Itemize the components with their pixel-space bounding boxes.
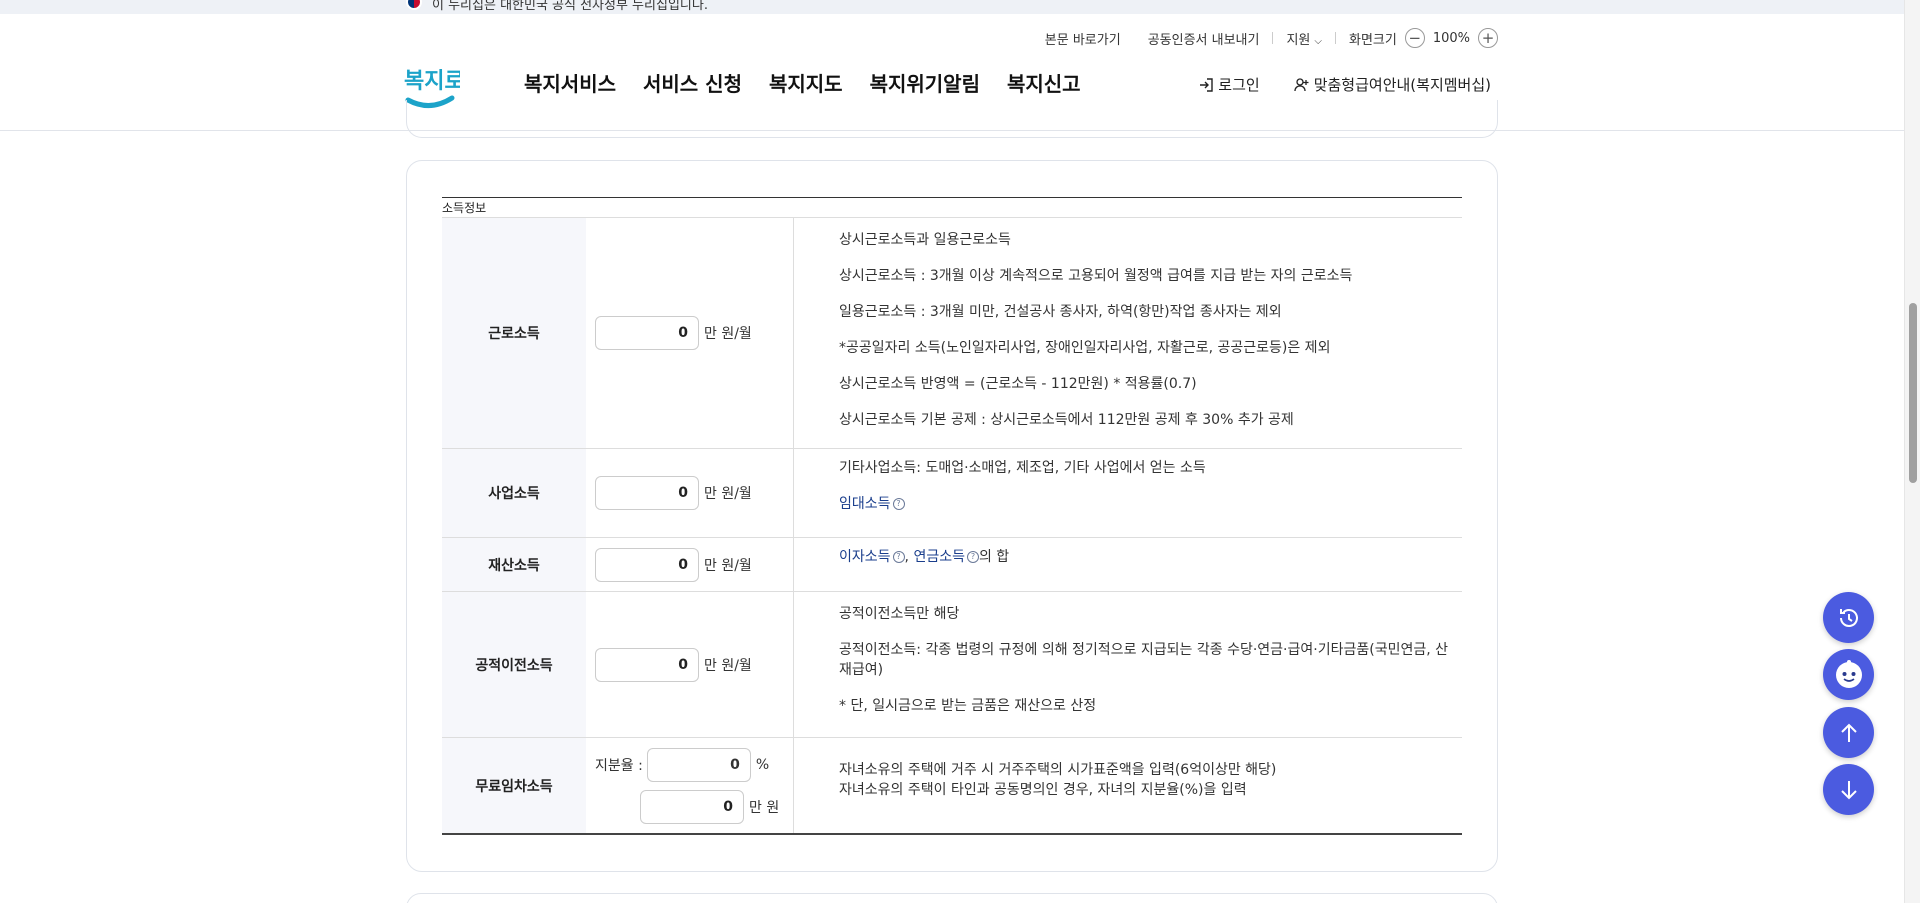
table-row: 재산소득 0 만 원/월 이자소득?, 연금소득? 의 합: [442, 538, 1462, 592]
pension-income-link[interactable]: 연금소득: [913, 549, 965, 565]
table-caption: 소득정보: [442, 197, 1462, 218]
gov-banner-text: 이 누리집은 대한민국 공식 전자정부 누리집입니다.: [432, 0, 708, 13]
cert-export-link[interactable]: 공동인증서 내보내기: [1148, 29, 1260, 48]
korea-flag-icon: [406, 0, 422, 10]
percent-unit: %: [755, 756, 770, 773]
previous-section-card: [406, 100, 1498, 138]
page-scrollbar[interactable]: [1904, 0, 1920, 903]
zoom-in-button[interactable]: +: [1478, 28, 1498, 48]
free-rent-income-input[interactable]: 0: [640, 789, 744, 824]
help-icon[interactable]: ?: [892, 498, 905, 510]
input-cell: 0 만 원/월: [586, 592, 794, 737]
table-row: 사업소득 0 만 원/월 기타사업소득: 도매업·소매업, 제조업, 기타 사업…: [442, 449, 1462, 538]
arrow-up-icon: [1840, 723, 1857, 742]
history-icon: [1839, 608, 1858, 627]
user-add-icon: [1294, 77, 1309, 91]
row-description: 자녀소유의 주택에 거주 시 거주주택의 시가표준액을 입력(6억이상만 해당)…: [839, 762, 1277, 798]
zoom-value: 100%: [1432, 30, 1470, 46]
chatbot-icon: [1835, 659, 1862, 688]
share-label: 지분율 :: [595, 757, 643, 774]
recent-history-button[interactable]: [1823, 592, 1874, 643]
unit-label: 만 원/월: [704, 326, 752, 342]
row-description: 상시근로소득과 일용근로소득 상시근로소득 : 3개월 이상 계속적으로 고용되…: [839, 232, 1353, 428]
page: 이 누리집은 대한민국 공식 전자정부 누리집입니다. 본문 바로가기 공동인증…: [0, 0, 1920, 903]
row-description: 공적이전소득만 해당 공적이전소득: 각종 법령의 규정에 의해 정기적으로 지…: [839, 606, 1448, 714]
login-icon: [1200, 77, 1213, 92]
nav-welfare-services[interactable]: 복지서비스: [524, 68, 616, 97]
nav-welfare-map[interactable]: 복지지도: [769, 68, 843, 97]
membership-button[interactable]: 맞춤형급여안내(복지멤버십): [1294, 74, 1491, 95]
nav-welfare-report[interactable]: 복지신고: [1007, 68, 1081, 97]
scrollbar-thumb[interactable]: [1909, 303, 1917, 483]
gov-banner: 이 누리집은 대한민국 공식 전자정부 누리집입니다.: [0, 0, 1904, 14]
nav-service-apply[interactable]: 서비스 신청: [643, 68, 742, 97]
rental-income-link[interactable]: 임대소득: [839, 496, 891, 512]
zoom-label: 화면크기: [1348, 32, 1397, 48]
input-cell: 0 만 원/월: [586, 218, 794, 448]
table-row: 공적이전소득 0 만 원/월 공적이전소득만 해당 공적이전소득: 각종 법령의…: [442, 592, 1462, 738]
chatbot-button[interactable]: [1823, 649, 1874, 700]
scroll-bottom-button[interactable]: [1823, 764, 1874, 815]
unit-label: 만 원: [749, 799, 780, 816]
main-nav: 복지서비스 서비스 신청 복지지도 복지위기알림 복지신고: [524, 68, 1081, 97]
chevron-down-icon: ⌵: [1314, 35, 1322, 47]
unit-label: 만 원/월: [704, 486, 752, 502]
input-cell: 0 만 원/월: [586, 538, 794, 591]
interest-income-link[interactable]: 이자소득: [839, 549, 891, 565]
table-row: 무료임차소득 지분율 : 0 % 0 만 원 자녀소유의 주택에 거주 시 거주…: [442, 738, 1462, 835]
logo-text: 복지로: [404, 69, 460, 94]
scroll-top-button[interactable]: [1823, 707, 1874, 758]
header-actions: 로그인 맞춤형급여안내(복지멤버십): [1198, 74, 1491, 95]
zoom-out-button[interactable]: −: [1404, 28, 1425, 48]
login-button[interactable]: 로그인: [1198, 74, 1260, 95]
next-section-card: [406, 893, 1498, 903]
support-dropdown[interactable]: 지원 ⌵: [1286, 29, 1322, 48]
help-icon[interactable]: ?: [892, 551, 905, 563]
property-income-input[interactable]: 0: [595, 547, 699, 582]
income-table: 소득정보 근로소득 0 만 원/월 상시근로소득과 일용근로소득 상시근로소득 …: [442, 197, 1462, 835]
row-label: 재산소득: [442, 538, 586, 591]
input-cell: 지분율 : 0 % 0 만 원: [586, 738, 794, 833]
table-row: 근로소득 0 만 원/월 상시근로소득과 일용근로소득 상시근로소득 : 3개월…: [442, 218, 1462, 449]
share-ratio-input[interactable]: 0: [646, 747, 751, 782]
unit-label: 만 원/월: [704, 557, 752, 574]
business-income-input[interactable]: 0: [595, 476, 699, 510]
nav-welfare-crisis[interactable]: 복지위기알림: [870, 68, 980, 97]
help-icon[interactable]: ?: [966, 551, 979, 563]
utility-bar: 본문 바로가기 공동인증서 내보내기 지원 ⌵ 화면크기 − 100% +: [1045, 28, 1498, 48]
earned-income-input[interactable]: 0: [595, 316, 699, 350]
skip-to-content-link[interactable]: 본문 바로가기: [1045, 29, 1121, 48]
unit-label: 만 원/월: [704, 657, 752, 674]
row-label: 근로소득: [442, 218, 586, 448]
input-cell: 0 만 원/월: [586, 449, 794, 537]
income-info-card: 소득정보 근로소득 0 만 원/월 상시근로소득과 일용근로소득 상시근로소득 …: [406, 160, 1498, 872]
row-label: 공적이전소득: [442, 592, 586, 737]
row-description: 이자소득?, 연금소득? 의 합: [839, 549, 1010, 565]
arrow-down-icon: [1840, 780, 1857, 799]
public-transfer-income-input[interactable]: 0: [595, 647, 699, 682]
row-description: 기타사업소득: 도매업·소매업, 제조업, 기타 사업에서 얻는 소득 임대소득…: [839, 460, 1206, 512]
row-label: 무료임차소득: [442, 738, 586, 833]
row-label: 사업소득: [442, 449, 586, 537]
